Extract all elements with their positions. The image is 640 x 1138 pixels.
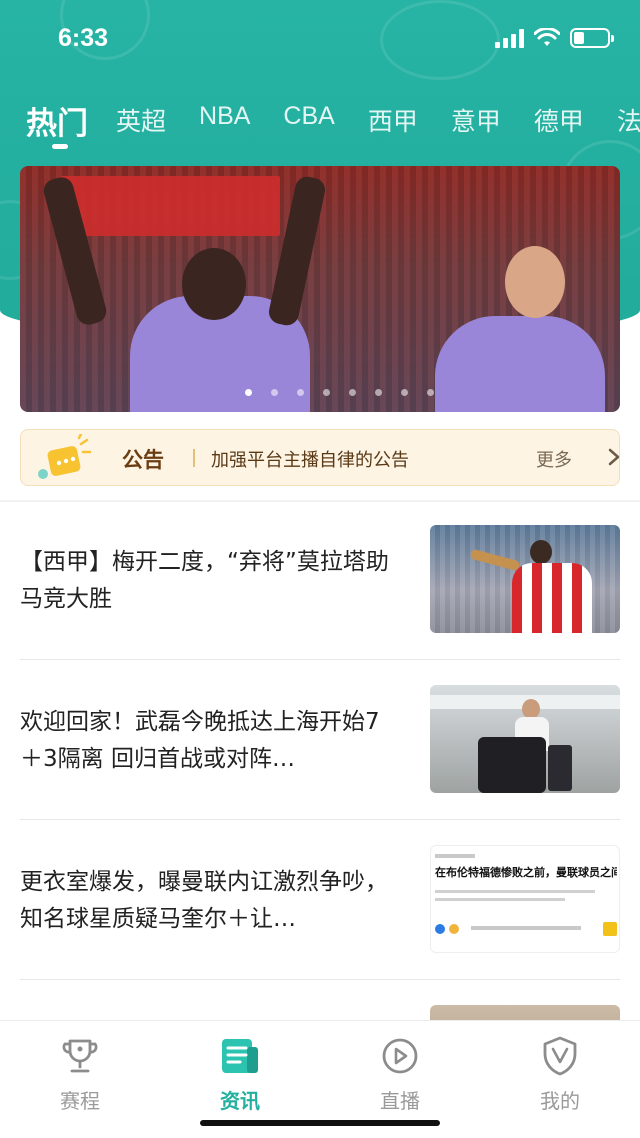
news-item[interactable]: 更衣室爆发，曝曼联内讧激烈争吵，知名球星质疑马奎尔＋让… 在布伦特福德惨败之前，… bbox=[20, 820, 620, 980]
home-indicator bbox=[200, 1120, 440, 1126]
banner-pagination bbox=[245, 389, 434, 396]
status-icons bbox=[495, 28, 614, 48]
news-thumbnail: 在布伦特福德惨败之前，曼联球员之间爆发了更衣室争吵 bbox=[430, 845, 620, 953]
banner-ad-board bbox=[60, 176, 280, 236]
tab-label: 热门 bbox=[26, 106, 88, 141]
tab-label: 英超 bbox=[116, 108, 167, 136]
category-tabs: 热门 英超 NBA CBA 西甲 意甲 德甲 法 bbox=[0, 90, 640, 150]
banner-player-head bbox=[182, 248, 246, 320]
active-tab-indicator bbox=[52, 144, 68, 149]
tab-premier-league[interactable]: 英超 bbox=[116, 90, 166, 138]
news-thumbnail bbox=[430, 685, 620, 793]
tab-label: CBA bbox=[283, 102, 335, 130]
chevron-right-icon[interactable] bbox=[605, 447, 623, 467]
play-icon bbox=[382, 1038, 418, 1074]
tab-ligue-1[interactable]: 法 bbox=[617, 90, 640, 138]
banner-player-right bbox=[435, 316, 605, 412]
nav-label: 资讯 bbox=[220, 1089, 260, 1113]
tab-label: 德甲 bbox=[533, 108, 584, 136]
tab-serie-a[interactable]: 意甲 bbox=[451, 90, 501, 138]
news-item[interactable]: 欢迎回家！武磊今晚抵达上海开始7＋3隔离 回归首战或对阵… bbox=[20, 660, 620, 820]
tab-label: 西甲 bbox=[367, 108, 418, 136]
announcement-more-link[interactable]: 更多 bbox=[536, 446, 572, 472]
trophy-icon bbox=[62, 1039, 98, 1073]
banner-player-head bbox=[505, 246, 565, 318]
news-item[interactable]: 【西甲】梅开二度，“弃将”莫拉塔助马竞大胜 bbox=[20, 500, 620, 660]
battery-icon bbox=[570, 28, 614, 48]
nav-schedule[interactable]: 赛程 bbox=[20, 1033, 140, 1114]
thumbnail-headline: 在布伦特福德惨败之前，曼联球员之间爆发了更衣室争吵 bbox=[435, 866, 617, 879]
nav-news[interactable]: 资讯 bbox=[180, 1033, 300, 1114]
news-title: 【西甲】梅开二度，“弃将”莫拉塔助马竞大胜 bbox=[20, 549, 389, 612]
announcement-bar[interactable]: 公告 加强平台主播自律的公告 更多 bbox=[20, 429, 620, 486]
tab-hot[interactable]: 热门 bbox=[26, 90, 88, 149]
status-bar: 6:33 bbox=[0, 0, 640, 80]
nav-label: 赛程 bbox=[60, 1089, 100, 1113]
tab-cba[interactable]: CBA bbox=[283, 90, 334, 131]
signal-icon bbox=[495, 28, 524, 48]
wifi-icon bbox=[534, 28, 560, 46]
tab-label: 意甲 bbox=[450, 108, 501, 136]
news-thumbnail bbox=[430, 525, 620, 633]
tab-nba[interactable]: NBA bbox=[199, 90, 250, 131]
megaphone-icon bbox=[38, 434, 91, 479]
status-time: 6:33 bbox=[58, 24, 109, 52]
divider bbox=[193, 449, 195, 467]
nav-live[interactable]: 直播 bbox=[340, 1033, 460, 1114]
tab-bundesliga[interactable]: 德甲 bbox=[534, 90, 584, 138]
news-icon bbox=[222, 1039, 258, 1073]
announcement-title: 公告 bbox=[122, 448, 164, 472]
nav-profile[interactable]: 我的 bbox=[500, 1033, 620, 1114]
tab-la-liga[interactable]: 西甲 bbox=[368, 90, 418, 138]
tab-label: 法 bbox=[616, 108, 640, 136]
tab-label: NBA bbox=[199, 102, 251, 130]
announcement-text[interactable]: 加强平台主播自律的公告 bbox=[211, 446, 409, 472]
news-title: 更衣室爆发，曝曼联内讧激烈争吵，知名球星质疑马奎尔＋让… bbox=[20, 869, 388, 932]
profile-shield-icon bbox=[543, 1036, 577, 1076]
nav-label: 直播 bbox=[380, 1089, 420, 1113]
news-title: 欢迎回家！武磊今晚抵达上海开始7＋3隔离 回归首战或对阵… bbox=[20, 709, 380, 772]
featured-banner[interactable] bbox=[20, 166, 620, 412]
nav-label: 我的 bbox=[540, 1089, 580, 1113]
